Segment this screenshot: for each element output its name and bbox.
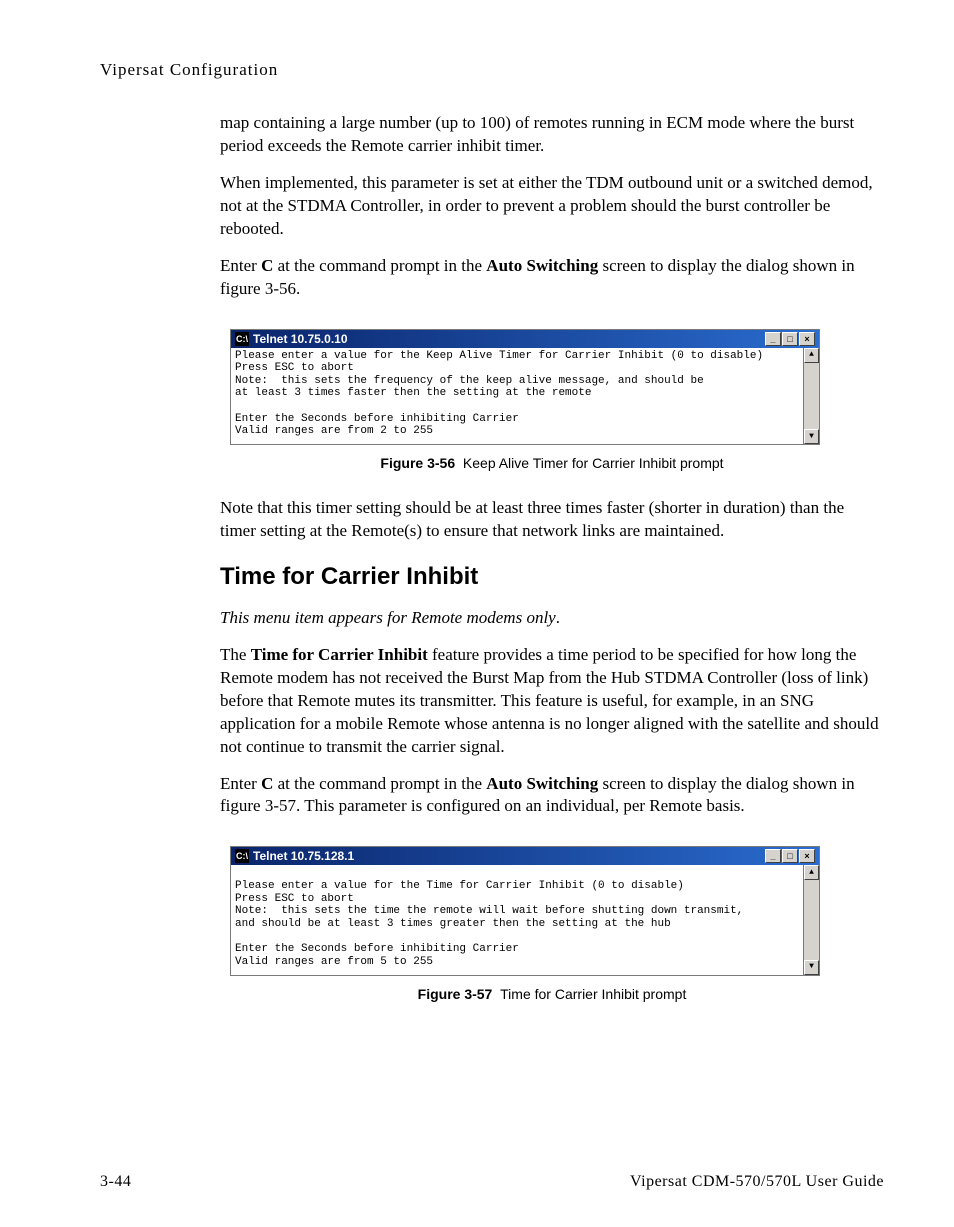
telnet-title-1: Telnet 10.75.0.10 — [253, 332, 348, 346]
paragraph-3: Enter C at the command prompt in the Aut… — [220, 255, 884, 301]
cmd-icon: C:\ — [235, 332, 249, 346]
figure-label-1: Figure 3-56 — [380, 455, 455, 471]
p7-key: C — [261, 774, 273, 793]
page-number: 3-44 — [100, 1173, 131, 1191]
paragraph-2: When implemented, this parameter is set … — [220, 172, 884, 241]
maximize-button[interactable]: □ — [782, 332, 798, 346]
paragraph-6: The Time for Carrier Inhibit feature pro… — [220, 644, 884, 759]
maximize-button-2[interactable]: □ — [782, 849, 798, 863]
telnet-window-1: C:\ Telnet 10.75.0.10 _ □ × Please enter… — [230, 329, 820, 445]
page-content: map containing a large number (up to 100… — [220, 112, 884, 1002]
telnet-text-2: Please enter a value for the Time for Ca… — [235, 880, 743, 968]
telnet-title-2: Telnet 10.75.128.1 — [253, 849, 354, 863]
telnet-body-1: Please enter a value for the Keep Alive … — [231, 348, 819, 444]
figure-label-2: Figure 3-57 — [418, 986, 493, 1002]
running-header: Vipersat Configuration — [100, 60, 884, 80]
page-footer: 3-44 Vipersat CDM-570/570L User Guide — [100, 1173, 884, 1191]
p6-feature-name: Time for Carrier Inhibit — [251, 645, 428, 664]
figure-text-2: Time for Carrier Inhibit prompt — [500, 986, 686, 1002]
close-button[interactable]: × — [799, 332, 815, 346]
telnet-text-1: Please enter a value for the Keep Alive … — [235, 350, 763, 438]
figure-3-56: C:\ Telnet 10.75.0.10 _ □ × Please enter… — [230, 329, 884, 445]
p7-screen-name: Auto Switching — [486, 774, 598, 793]
p7-text-c: at the command prompt in the — [273, 774, 486, 793]
scroll-down-button-2[interactable]: ▼ — [804, 960, 819, 975]
p6-text-a: The — [220, 645, 251, 664]
footer-doc-title: Vipersat CDM-570/570L User Guide — [630, 1173, 884, 1191]
minimize-button-2[interactable]: _ — [765, 849, 781, 863]
telnet-body-2: Please enter a value for the Time for Ca… — [231, 865, 819, 974]
figure-3-57: C:\ Telnet 10.75.128.1 _ □ × Please ente… — [230, 846, 884, 975]
paragraph-5: This menu item appears for Remote modems… — [220, 607, 884, 630]
p5-italic: This menu item appears for Remote modems… — [220, 608, 556, 627]
p3-text-a: Enter — [220, 256, 261, 275]
scroll-up-button[interactable]: ▲ — [804, 348, 819, 363]
paragraph-4: Note that this timer setting should be a… — [220, 497, 884, 543]
telnet-titlebar-2: C:\ Telnet 10.75.128.1 _ □ × — [231, 847, 819, 865]
close-button-2[interactable]: × — [799, 849, 815, 863]
figure-caption-1: Figure 3-56 Keep Alive Timer for Carrier… — [220, 455, 884, 471]
figure-caption-2: Figure 3-57 Time for Carrier Inhibit pro… — [220, 986, 884, 1002]
telnet-titlebar-1: C:\ Telnet 10.75.0.10 _ □ × — [231, 330, 819, 348]
telnet-window-2: C:\ Telnet 10.75.128.1 _ □ × Please ente… — [230, 846, 820, 975]
minimize-button[interactable]: _ — [765, 332, 781, 346]
section-heading: Time for Carrier Inhibit — [220, 563, 884, 591]
figure-text-1: Keep Alive Timer for Carrier Inhibit pro… — [463, 455, 724, 471]
scrollbar-2[interactable]: ▲▼ — [803, 865, 819, 974]
paragraph-7: Enter C at the command prompt in the Aut… — [220, 773, 884, 819]
scroll-up-button-2[interactable]: ▲ — [804, 865, 819, 880]
p3-text-c: at the command prompt in the — [273, 256, 486, 275]
cmd-icon-2: C:\ — [235, 849, 249, 863]
scroll-down-button[interactable]: ▼ — [804, 429, 819, 444]
p3-screen-name: Auto Switching — [486, 256, 598, 275]
p3-key: C — [261, 256, 273, 275]
p7-text-a: Enter — [220, 774, 261, 793]
scrollbar[interactable]: ▲▼ — [803, 348, 819, 444]
paragraph-1: map containing a large number (up to 100… — [220, 112, 884, 158]
p5-period: . — [556, 608, 560, 627]
